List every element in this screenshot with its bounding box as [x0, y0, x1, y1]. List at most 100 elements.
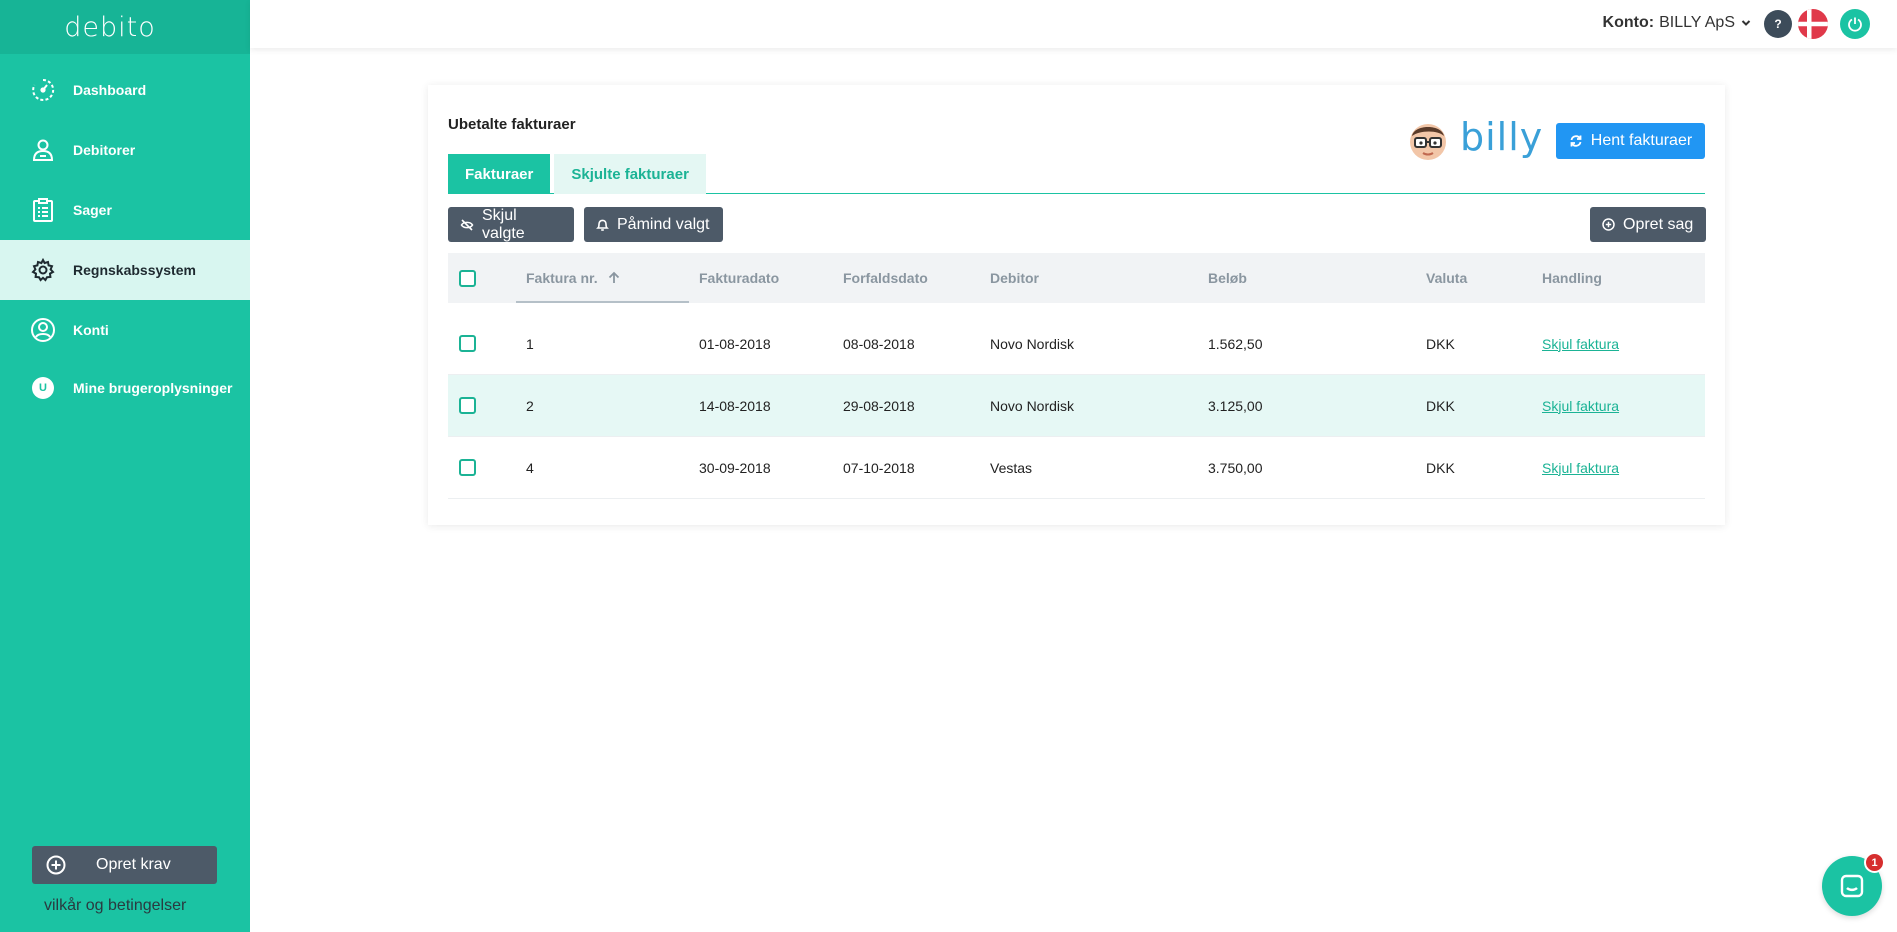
invoice-tabs: Fakturaer Skjulte fakturaer: [448, 154, 1705, 194]
create-claim-button[interactable]: Opret krav: [32, 846, 217, 884]
cell-debtor: Novo Nordisk: [990, 335, 1075, 352]
hide-selected-label: Skjul valgte: [482, 206, 525, 242]
bell-icon: [596, 218, 609, 232]
sidebar-item-label: Konti: [73, 322, 109, 338]
header-amount[interactable]: Beløb: [1208, 270, 1426, 286]
chat-icon: [1840, 874, 1864, 898]
hide-invoice-link[interactable]: Skjul faktura: [1542, 398, 1619, 414]
cell-due-date: 07-10-2018: [843, 459, 915, 476]
create-case-button[interactable]: Opret sag: [1590, 207, 1706, 242]
tab-skjulte-fakturaer[interactable]: Skjulte fakturaer: [554, 154, 706, 194]
cell-debtor: Vestas: [990, 459, 1033, 476]
tab-fakturaer[interactable]: Fakturaer: [448, 154, 551, 194]
row-select-cell: [448, 397, 526, 414]
arrow-up-icon: [607, 271, 621, 285]
hide-selected-button[interactable]: Skjul valgte: [448, 207, 574, 242]
account-switcher[interactable]: Konto: BILLY ApS: [1603, 14, 1751, 32]
header-due-date[interactable]: Forfaldsdato: [843, 270, 990, 286]
row-checkbox[interactable]: [459, 335, 476, 352]
account-name: BILLY ApS: [1659, 14, 1735, 31]
sidebar-item-dashboard[interactable]: Dashboard: [0, 60, 250, 120]
logout-button[interactable]: [1840, 9, 1870, 39]
sidebar-item-sager[interactable]: Sager: [0, 180, 250, 240]
sidebar-item-mine-brugeroplysninger[interactable]: U Mine brugeroplysninger: [0, 360, 250, 416]
eye-slash-icon: [460, 218, 474, 232]
cell-amount: 3.125,00: [1208, 397, 1263, 414]
debtor-icon: [30, 137, 56, 163]
cell-action: Skjul faktura: [1542, 460, 1705, 476]
gear-icon: [30, 257, 56, 283]
cell-due-date: 08-08-2018: [843, 335, 915, 352]
card-title: Ubetalte fakturaer: [448, 116, 576, 133]
help-button[interactable]: ?: [1764, 10, 1792, 38]
cell-invoice-date: 30-09-2018: [699, 459, 771, 476]
sidebar-item-label: Mine brugeroplysninger: [73, 380, 233, 396]
cell-nr: 4: [526, 459, 534, 476]
table-row: 1 01-08-2018 08-08-2018 Novo Nordisk 1.5…: [448, 313, 1705, 375]
row-select-cell: [448, 335, 526, 352]
cell-due-date: 29-08-2018: [843, 397, 915, 414]
cell-action: Skjul faktura: [1542, 398, 1705, 414]
sidebar-item-label: Dashboard: [73, 82, 147, 98]
cell-invoice-date: 01-08-2018: [699, 335, 771, 352]
row-select-cell: [448, 459, 526, 476]
cell-invoice-date: 14-08-2018: [699, 397, 771, 414]
user-circle-icon: [30, 317, 56, 343]
header-invoice-date[interactable]: Fakturadato: [699, 270, 843, 286]
remind-selected-label: Påmind valgt: [617, 215, 710, 233]
terms-link[interactable]: vilkår og betingelser: [44, 897, 186, 915]
user-initial-badge: U: [32, 377, 54, 399]
unpaid-invoices-card: Ubetalte fakturaer billy Hent fakturaer …: [428, 85, 1725, 525]
cell-amount: 1.562,50: [1208, 335, 1263, 352]
header-currency[interactable]: Valuta: [1426, 270, 1542, 286]
create-case-label: Opret sag: [1623, 215, 1694, 233]
sort-by-invoice-nr[interactable]: Faktura nr.: [526, 270, 699, 286]
topbar: Konto: BILLY ApS ?: [250, 0, 1897, 48]
create-claim-label: Opret krav: [96, 856, 171, 873]
danish-flag-icon[interactable]: [1798, 9, 1828, 39]
invoices-table: Faktura nr. Fakturadato Forfaldsdato Deb…: [448, 253, 1705, 499]
cell-currency: DKK: [1426, 397, 1455, 414]
remind-selected-button[interactable]: Påmind valgt: [584, 207, 723, 242]
sidebar-nav: Dashboard Debitorer Sager Regnskabssyste…: [0, 60, 250, 416]
account-label: Konto:: [1602, 14, 1655, 31]
power-icon: [1848, 17, 1862, 32]
refresh-icon: [1569, 134, 1583, 148]
user-badge-icon: U: [30, 375, 56, 401]
plus-circle-icon: [46, 855, 66, 875]
sort-indicator-underline: [516, 301, 689, 303]
billy-wordmark: billy: [1460, 115, 1544, 159]
header-debtor[interactable]: Debitor: [990, 270, 1208, 286]
sidebar-item-label: Sager: [73, 202, 112, 218]
chat-notification-badge: 1: [1864, 852, 1885, 873]
fetch-invoices-label: Hent fakturaer: [1590, 132, 1693, 149]
sidebar-item-debitorer[interactable]: Debitorer: [0, 120, 250, 180]
sidebar-item-regnskabssystem[interactable]: Regnskabssystem: [0, 240, 250, 300]
sidebar-item-label: Debitorer: [73, 142, 136, 158]
sidebar: debito Dashboard Debitorer Sager Regnska…: [0, 0, 250, 932]
dashboard-icon: [30, 77, 56, 103]
chevron-down-icon: [1741, 18, 1751, 28]
header-action: Handling: [1542, 270, 1602, 286]
table-row: 4 30-09-2018 07-10-2018 Vestas 3.750,00 …: [448, 437, 1705, 499]
table-row: 2 14-08-2018 29-08-2018 Novo Nordisk 3.1…: [448, 375, 1705, 437]
row-checkbox[interactable]: [459, 459, 476, 476]
logo-bar: debito: [0, 0, 250, 54]
cell-currency: DKK: [1426, 459, 1455, 476]
header-nr: Faktura nr.: [526, 270, 598, 286]
plus-circle-icon: [1602, 218, 1615, 231]
select-all-checkbox[interactable]: [459, 269, 476, 287]
cell-amount: 3.750,00: [1208, 459, 1263, 476]
cell-currency: DKK: [1426, 335, 1455, 352]
cell-debtor: Novo Nordisk: [990, 397, 1075, 414]
hide-invoice-link[interactable]: Skjul faktura: [1542, 460, 1619, 476]
cell-nr: 1: [526, 335, 534, 352]
sidebar-item-label: Regnskabssystem: [73, 262, 196, 278]
clipboard-icon: [30, 197, 56, 223]
sidebar-item-konti[interactable]: Konti: [0, 300, 250, 360]
hide-invoice-link[interactable]: Skjul faktura: [1542, 336, 1619, 352]
cell-action: Skjul faktura: [1542, 336, 1705, 352]
app-logo[interactable]: debito: [64, 12, 156, 43]
row-checkbox[interactable]: [459, 397, 476, 414]
cell-nr: 2: [526, 397, 534, 414]
